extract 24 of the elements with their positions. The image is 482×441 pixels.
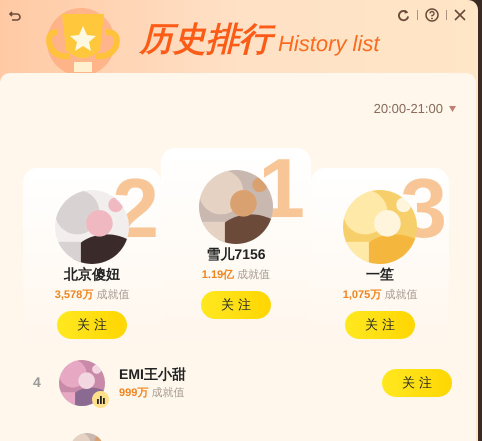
user-name: 一笙: [366, 264, 394, 284]
follow-button[interactable]: 关 注: [201, 291, 271, 319]
dropdown-icon[interactable]: [449, 106, 456, 112]
score-label: 成就值: [151, 386, 184, 401]
back-icon[interactable]: [9, 11, 21, 21]
time-range[interactable]: 20:00-21:00: [374, 99, 443, 118]
close-icon[interactable]: [454, 9, 466, 21]
user-name: 北京傻妞: [64, 264, 120, 284]
score-label: 成就值: [96, 288, 130, 302]
refresh-icon[interactable]: [397, 8, 410, 22]
score-label: 成就值: [237, 268, 270, 282]
follow-button[interactable]: 关 注: [345, 311, 415, 339]
score-label: 成就值: [384, 288, 418, 302]
score-value: 999万: [119, 386, 148, 401]
user-name: 雪儿7156: [206, 244, 266, 264]
score-value: 1,075万: [342, 288, 382, 302]
rank-number: 4: [33, 373, 42, 392]
user-name: EMI王小甜: [119, 364, 187, 384]
help-icon[interactable]: [425, 8, 439, 22]
follow-button[interactable]: 关 注: [382, 368, 452, 396]
score-value: 1.19亿: [202, 268, 234, 282]
follow-button[interactable]: 关 注: [57, 311, 127, 339]
score-value: 3,578万: [54, 288, 94, 302]
header-subtitle: History list: [278, 32, 380, 54]
